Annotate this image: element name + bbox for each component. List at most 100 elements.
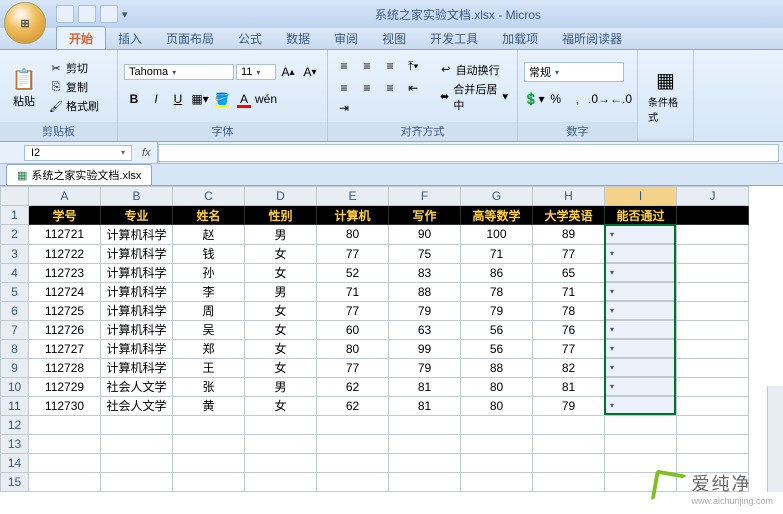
- cell-B15[interactable]: [101, 473, 173, 492]
- tab-8[interactable]: 加载项: [490, 27, 550, 49]
- cell-D12[interactable]: [245, 416, 317, 435]
- cell-C2[interactable]: 赵: [173, 225, 245, 245]
- cell-D2[interactable]: 男: [245, 225, 317, 245]
- cell-E13[interactable]: [317, 435, 389, 454]
- cell-E14[interactable]: [317, 454, 389, 473]
- tab-3[interactable]: 公式: [226, 27, 274, 49]
- cell-A9[interactable]: 112728: [29, 358, 101, 377]
- cell-A11[interactable]: 112730: [29, 396, 101, 416]
- cell-E1[interactable]: 计算机: [317, 206, 389, 225]
- col-header-F[interactable]: F: [389, 187, 461, 206]
- cell-A5[interactable]: 112724: [29, 282, 101, 301]
- workbook-tab[interactable]: ▦ 系统之家实验文档.xlsx: [6, 164, 152, 185]
- cell-G6[interactable]: 79: [461, 301, 533, 320]
- cell-J10[interactable]: [677, 377, 749, 396]
- cell-G15[interactable]: [461, 473, 533, 492]
- dec-decimal-button[interactable]: ←.0: [611, 89, 631, 109]
- wrap-text-button[interactable]: ↩自动换行: [436, 61, 511, 79]
- cell-H4[interactable]: 65: [533, 263, 605, 282]
- col-header-H[interactable]: H: [533, 187, 605, 206]
- tab-1[interactable]: 插入: [106, 27, 154, 49]
- qat-more-icon[interactable]: ▾: [122, 8, 128, 21]
- col-header-E[interactable]: E: [317, 187, 389, 206]
- cell-F1[interactable]: 写作: [389, 206, 461, 225]
- tab-7[interactable]: 开发工具: [418, 27, 490, 49]
- cell-I8[interactable]: [605, 339, 676, 358]
- cell-I10[interactable]: [605, 377, 676, 396]
- cell-I12[interactable]: [605, 416, 677, 435]
- cell-E10[interactable]: 62: [317, 377, 389, 396]
- cell-F11[interactable]: 81: [389, 396, 461, 416]
- row-header-11[interactable]: 11: [1, 396, 29, 416]
- cell-E6[interactable]: 77: [317, 301, 389, 320]
- qat-undo-icon[interactable]: [78, 5, 96, 23]
- cell-E5[interactable]: 71: [317, 282, 389, 301]
- copy-button[interactable]: ⎘复制: [46, 78, 102, 96]
- cell-D4[interactable]: 女: [245, 263, 317, 282]
- cell-A3[interactable]: 112722: [29, 244, 101, 263]
- cell-C10[interactable]: 张: [173, 377, 245, 396]
- cell-E7[interactable]: 60: [317, 320, 389, 339]
- row-header-4[interactable]: 4: [1, 263, 29, 282]
- cell-J1[interactable]: [677, 206, 749, 225]
- cell-H14[interactable]: [533, 454, 605, 473]
- cell-I7[interactable]: [605, 320, 676, 339]
- formula-input[interactable]: [158, 144, 779, 162]
- cell-D5[interactable]: 男: [245, 282, 317, 301]
- tab-4[interactable]: 数据: [274, 27, 322, 49]
- conditional-format-button[interactable]: ▦ 条件格式: [644, 64, 687, 126]
- qat-redo-icon[interactable]: [100, 5, 118, 23]
- cell-I1[interactable]: 能否通过: [605, 206, 677, 225]
- decrease-font-button[interactable]: A▾: [300, 62, 320, 82]
- cell-G9[interactable]: 88: [461, 358, 533, 377]
- cell-H15[interactable]: [533, 473, 605, 492]
- cell-H7[interactable]: 76: [533, 320, 605, 339]
- qat-save-icon[interactable]: [56, 5, 74, 23]
- cell-J8[interactable]: [677, 339, 749, 358]
- cell-G14[interactable]: [461, 454, 533, 473]
- office-button[interactable]: ⊞: [4, 2, 46, 44]
- cell-C14[interactable]: [173, 454, 245, 473]
- cell-H10[interactable]: 81: [533, 377, 605, 396]
- font-size-select[interactable]: 11: [236, 64, 276, 80]
- font-name-select[interactable]: Tahoma: [124, 64, 234, 80]
- percent-button[interactable]: %: [546, 89, 566, 109]
- align-top-button[interactable]: ≡: [334, 56, 354, 76]
- cell-F3[interactable]: 75: [389, 244, 461, 263]
- cell-H12[interactable]: [533, 416, 605, 435]
- cell-A8[interactable]: 112727: [29, 339, 101, 358]
- cell-I3[interactable]: [605, 244, 676, 263]
- cut-button[interactable]: ✂剪切: [46, 59, 102, 77]
- spreadsheet-grid[interactable]: ABCDEFGHIJ 1学号专业姓名性别计算机写作高等数学大学英语能否通过211…: [0, 186, 749, 492]
- cell-B2[interactable]: 计算机科学: [101, 225, 173, 245]
- cell-A10[interactable]: 112729: [29, 377, 101, 396]
- cell-A14[interactable]: [29, 454, 101, 473]
- cell-B10[interactable]: 社会人文学: [101, 377, 173, 396]
- cell-J2[interactable]: [677, 225, 749, 245]
- cell-C5[interactable]: 李: [173, 282, 245, 301]
- cell-F2[interactable]: 90: [389, 225, 461, 245]
- cell-J9[interactable]: [677, 358, 749, 377]
- cell-J5[interactable]: [677, 282, 749, 301]
- inc-decimal-button[interactable]: .0→: [589, 89, 609, 109]
- cell-D8[interactable]: 女: [245, 339, 317, 358]
- name-box[interactable]: I2: [24, 145, 132, 161]
- col-header-C[interactable]: C: [173, 187, 245, 206]
- cell-F6[interactable]: 79: [389, 301, 461, 320]
- cell-F13[interactable]: [389, 435, 461, 454]
- cell-A1[interactable]: 学号: [29, 206, 101, 225]
- merge-center-button[interactable]: ⬌合并后居中▾: [436, 80, 511, 114]
- comma-button[interactable]: ,: [568, 89, 588, 109]
- increase-font-button[interactable]: A▴: [278, 62, 298, 82]
- tab-5[interactable]: 审阅: [322, 27, 370, 49]
- cell-D1[interactable]: 性别: [245, 206, 317, 225]
- row-header-7[interactable]: 7: [1, 320, 29, 339]
- cell-B4[interactable]: 计算机科学: [101, 263, 173, 282]
- indent-inc-button[interactable]: ⇥: [334, 98, 354, 118]
- cell-D10[interactable]: 男: [245, 377, 317, 396]
- cell-G5[interactable]: 78: [461, 282, 533, 301]
- tab-0[interactable]: 开始: [56, 26, 106, 49]
- cell-F9[interactable]: 79: [389, 358, 461, 377]
- tab-2[interactable]: 页面布局: [154, 27, 226, 49]
- cell-H9[interactable]: 82: [533, 358, 605, 377]
